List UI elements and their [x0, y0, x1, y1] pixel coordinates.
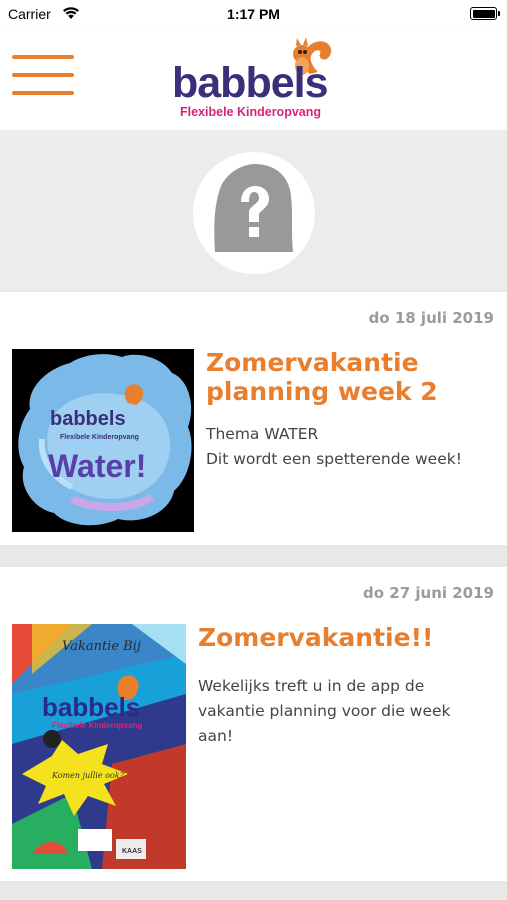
post-thumbnail[interactable]: babbels Flexibele Kinderopvang Water! [12, 349, 194, 532]
profile-section [0, 130, 507, 290]
post-thumbnail[interactable]: Vakantie Bij babbels Flexibele Kinderopv… [12, 624, 186, 869]
app-header: babbels Flexibele Kinderopvang [0, 28, 507, 130]
post-body: Thema WATER Dit wordt een spetterende we… [206, 422, 496, 472]
thumb-tagline: Flexibele Kinderopvang [60, 434, 139, 441]
post-body-line: Wekelijks treft u in de app de vakantie … [198, 677, 451, 745]
hamburger-menu-icon[interactable] [12, 53, 76, 99]
status-bar: Carrier 1:17 PM [0, 0, 507, 28]
post-title[interactable]: Zomervakantie!! [198, 623, 498, 652]
clock: 1:17 PM [227, 6, 280, 22]
news-card[interactable]: do 27 juni 2019 Vakantie Bij babbels Fle… [0, 567, 507, 881]
babbels-logo: babbels Flexibele Kinderopvang [172, 36, 342, 126]
thumb-heading: Vakantie Bij [62, 639, 141, 654]
avatar[interactable] [193, 152, 315, 274]
thumb-caption: Water! [48, 448, 146, 484]
thumb-footer-logo: KAAS [122, 848, 142, 855]
post-date: do 18 juli 2019 [368, 309, 494, 327]
battery-icon [470, 7, 500, 20]
news-card[interactable]: do 18 juli 2019 babbels Flexibele Kinder… [0, 292, 507, 545]
unknown-user-icon [214, 164, 293, 252]
post-body-line: Thema WATER [206, 425, 319, 443]
logo-tagline: Flexibele Kinderopvang [180, 105, 322, 119]
thumb-tagline: Flexibele Kinderopvang [52, 721, 142, 730]
thumb-brand: babbels [42, 692, 140, 722]
post-date: do 27 juni 2019 [363, 584, 494, 602]
post-body: Wekelijks treft u in de app de vakantie … [198, 674, 488, 749]
thumb-burst-text: Komen jullie ook? [51, 771, 125, 780]
post-title[interactable]: Zomervakantie planning week 2 [206, 348, 496, 406]
thumb-brand: babbels [50, 408, 126, 430]
post-body-line: Dit wordt een spetterende week! [206, 450, 462, 468]
logo-wordmark: babbels [172, 59, 328, 107]
